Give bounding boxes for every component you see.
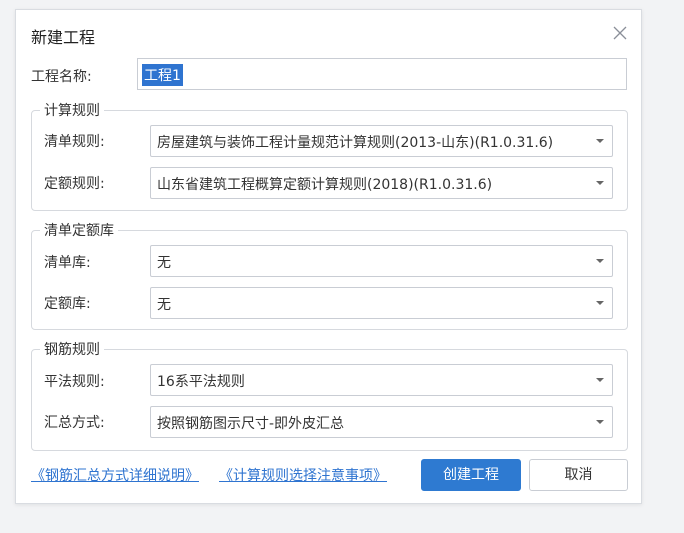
quota-lib-value: 无 <box>157 297 171 313</box>
list-rule-label: 清单规则: <box>44 134 105 150</box>
quota-rule-select[interactable]: 山东省建筑工程概算定额计算规则(2018)(R1.0.31.6) <box>150 167 613 199</box>
flat-rule-value: 16系平法规则 <box>157 374 245 390</box>
list-lib-value: 无 <box>157 255 171 271</box>
chevron-down-icon <box>596 301 604 305</box>
list-rule-select[interactable]: 房屋建筑与装饰工程计量规范计算规则(2013-山东)(R1.0.31.6) <box>150 125 613 157</box>
chevron-down-icon <box>596 420 604 424</box>
close-icon[interactable] <box>611 24 629 42</box>
summary-value: 按照钢筋图示尺寸-即外皮汇总 <box>157 416 345 432</box>
chevron-down-icon <box>596 378 604 382</box>
calc-rules-group: 计算规则 清单规则: 房屋建筑与装饰工程计量规范计算规则(2013-山东)(R1… <box>31 100 628 211</box>
flat-rule-label: 平法规则: <box>44 374 105 390</box>
chevron-down-icon <box>596 139 604 143</box>
new-project-dialog: 新建工程 工程名称: 工程1 计算规则 清单规则: 房屋建筑与装饰工程计量规范计… <box>15 9 642 504</box>
quota-lib-label: 定额库: <box>44 296 91 312</box>
quota-rule-value: 山东省建筑工程概算定额计算规则(2018)(R1.0.31.6) <box>157 177 493 193</box>
cancel-button[interactable]: 取消 <box>529 459 628 491</box>
calc-rules-title: 计算规则 <box>40 100 104 120</box>
quota-rule-label: 定额规则: <box>44 176 105 192</box>
rebar-summary-help-link[interactable]: 《钢筋汇总方式详细说明》 <box>31 465 199 485</box>
list-rule-value: 房屋建筑与装饰工程计量规范计算规则(2013-山东)(R1.0.31.6) <box>157 135 554 151</box>
rebar-rules-group: 钢筋规则 平法规则: 16系平法规则 汇总方式: 按照钢筋图示尺寸-即外皮汇总 <box>31 339 628 451</box>
library-group: 清单定额库 清单库: 无 定额库: 无 <box>31 220 628 330</box>
flat-rule-select[interactable]: 16系平法规则 <box>150 364 613 396</box>
calc-rule-notes-link[interactable]: 《计算规则选择注意事项》 <box>219 465 387 485</box>
list-lib-label: 清单库: <box>44 255 91 271</box>
project-name-input[interactable]: 工程1 <box>137 58 627 90</box>
list-lib-select[interactable]: 无 <box>150 245 613 277</box>
create-project-button[interactable]: 创建工程 <box>421 459 521 491</box>
summary-label: 汇总方式: <box>44 415 105 431</box>
summary-select[interactable]: 按照钢筋图示尺寸-即外皮汇总 <box>150 406 613 438</box>
dialog-title: 新建工程 <box>31 28 96 47</box>
chevron-down-icon <box>596 259 604 263</box>
rebar-rules-title: 钢筋规则 <box>40 339 104 359</box>
chevron-down-icon <box>596 181 604 185</box>
project-name-label: 工程名称: <box>31 69 92 85</box>
library-title: 清单定额库 <box>40 220 118 240</box>
project-name-value: 工程1 <box>142 64 183 86</box>
quota-lib-select[interactable]: 无 <box>150 287 613 319</box>
